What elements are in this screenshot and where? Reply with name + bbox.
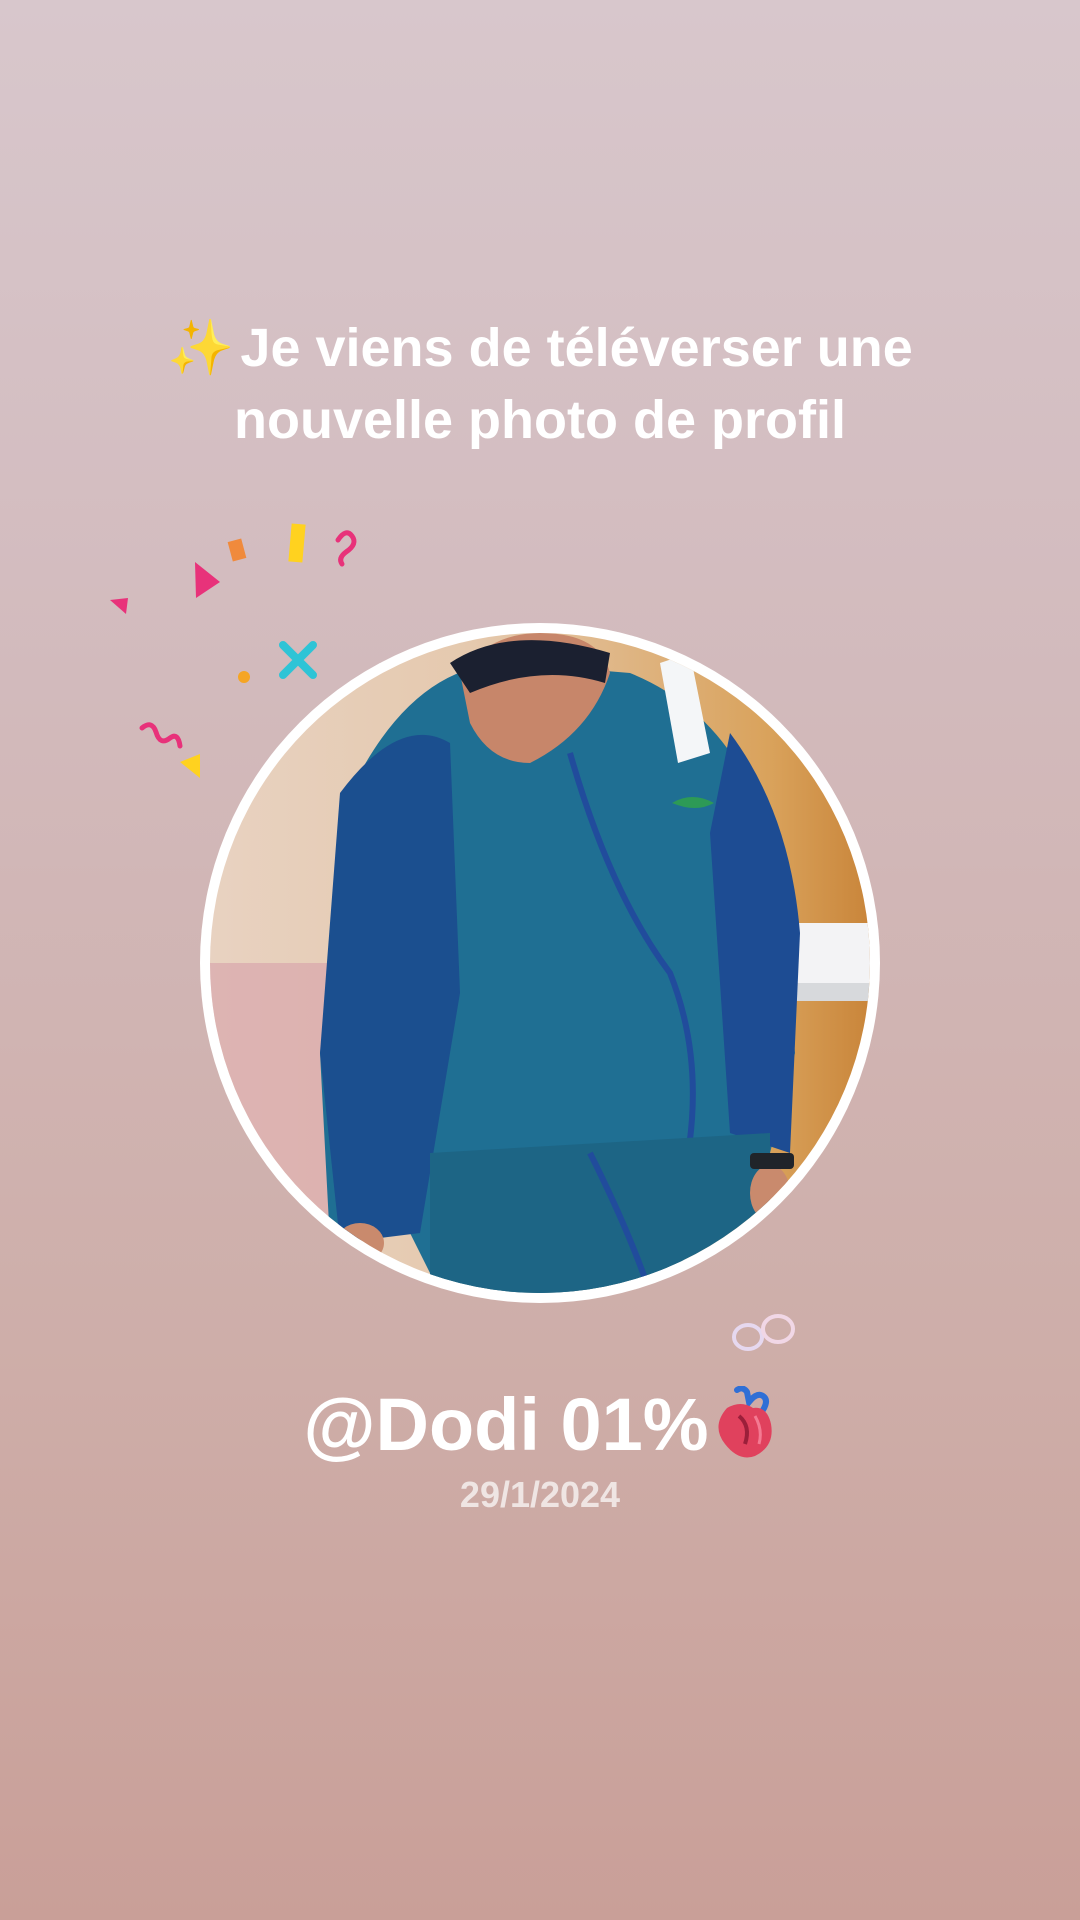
profile-photo-illustration	[210, 633, 870, 1293]
post-date: 29/1/2024	[459, 1474, 621, 1515]
bubbles-icon	[732, 1314, 795, 1351]
profile-photo-frame	[200, 623, 880, 1303]
username-row: @Dodi 01%	[0, 1380, 1080, 1470]
anatomical-heart-icon	[718, 1386, 772, 1458]
username[interactable]: @Dodi 01%	[303, 1383, 708, 1466]
sparkles-icon: ✨	[167, 318, 235, 378]
profile-photo[interactable]	[210, 633, 870, 1293]
headline-text: Je viens de téléverser une nouvelle phot…	[234, 318, 913, 450]
headline: ✨ Je viens de téléverser une nouvelle pho…	[140, 312, 940, 456]
